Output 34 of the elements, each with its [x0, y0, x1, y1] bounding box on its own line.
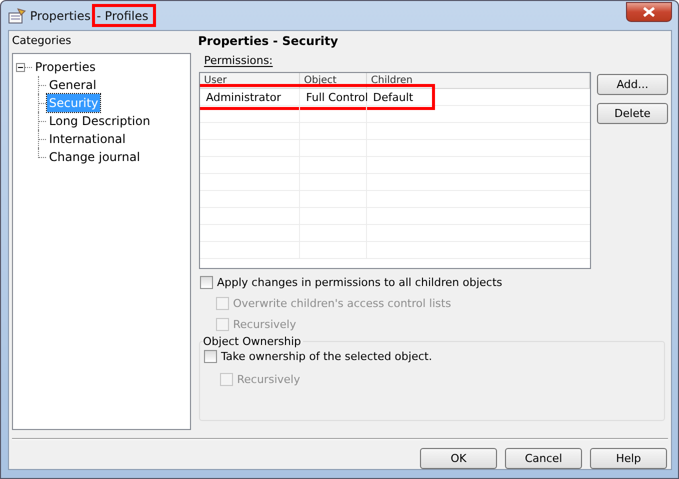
checkbox-label: Recursively: [237, 373, 300, 386]
permissions-label: Permissions:: [203, 54, 274, 69]
column-header[interactable]: Object: [300, 73, 367, 88]
checkbox-label: Overwrite children's access control lists: [233, 297, 452, 310]
dialog-button[interactable]: Help: [590, 448, 667, 469]
checkbox[interactable]: [204, 350, 217, 363]
close-button[interactable]: [626, 2, 672, 22]
column-header[interactable]: Children: [367, 73, 590, 88]
tree-item[interactable]: Long Description: [47, 112, 152, 130]
close-icon: [643, 6, 655, 16]
table-cell-text: Default: [372, 90, 414, 105]
collapse-icon[interactable]: [16, 62, 25, 72]
window-title: Properties: [30, 8, 91, 22]
panel-title: Properties - Security: [197, 33, 340, 50]
column-header[interactable]: User: [200, 73, 300, 88]
tree-item[interactable]: Change journal: [47, 148, 142, 166]
categories-label: Categories: [12, 33, 72, 49]
table-cell: Full Control: [300, 89, 367, 105]
dialog-button[interactable]: Cancel: [505, 448, 582, 469]
dialog-button[interactable]: OK: [420, 448, 497, 469]
checkbox-label: Recursively: [233, 318, 296, 331]
tree-item[interactable]: International: [47, 130, 128, 148]
checkbox-label: Apply changes in permissions to all children objects: [217, 276, 502, 289]
annotation-box: [92, 4, 156, 26]
tree-item[interactable]: Properties: [33, 58, 98, 76]
side-button[interactable]: Add...: [597, 74, 668, 95]
checkbox[interactable]: [200, 276, 213, 289]
table-cell: Administrator: [200, 89, 300, 105]
group-title: Object Ownership: [203, 335, 303, 348]
side-button[interactable]: Delete: [597, 103, 668, 124]
tree-item[interactable]: General: [47, 76, 98, 94]
properties-icon: [8, 8, 26, 24]
checkbox-label: Take ownership of the selected object.: [221, 350, 432, 363]
window-title-highlight: - Profiles: [96, 8, 148, 22]
